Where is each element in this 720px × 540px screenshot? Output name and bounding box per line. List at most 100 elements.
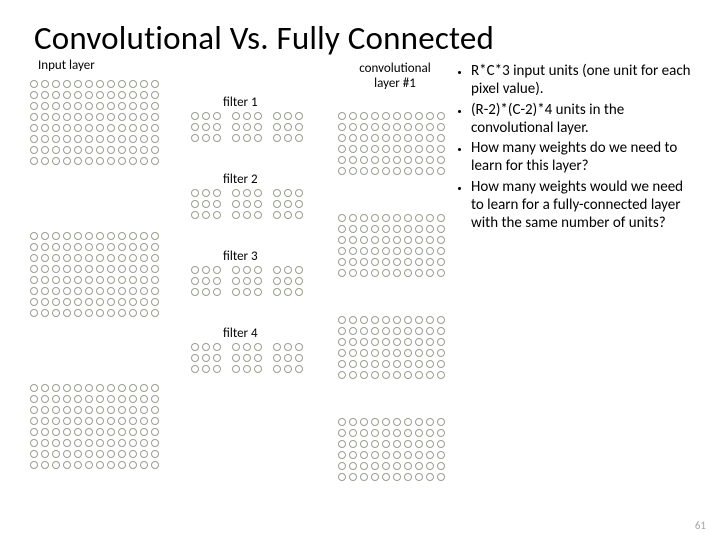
unit-circle: [437, 451, 445, 459]
unit-circle: [63, 406, 71, 414]
filter-grid: [191, 266, 224, 299]
unit-circle: [30, 450, 38, 458]
unit-circle: [393, 258, 401, 266]
unit-circle: [30, 146, 38, 154]
unit-circle: [360, 269, 368, 277]
unit-circle: [232, 189, 240, 197]
unit-circle: [360, 167, 368, 175]
unit-circle: [338, 112, 346, 120]
unit-circle: [349, 451, 357, 459]
filter-grid: [232, 343, 265, 376]
unit-circle: [393, 451, 401, 459]
unit-circle: [371, 440, 379, 448]
unit-circle: [295, 354, 303, 362]
unit-circle: [52, 102, 60, 110]
unit-circle: [338, 236, 346, 244]
unit-circle: [140, 439, 148, 447]
unit-circle: [74, 135, 82, 143]
unit-circle: [338, 349, 346, 357]
unit-circle: [284, 134, 292, 142]
unit-circle: [382, 225, 390, 233]
unit-circle: [140, 232, 148, 240]
unit-circle: [371, 429, 379, 437]
unit-circle: [118, 91, 126, 99]
unit-circle: [426, 156, 434, 164]
unit-circle: [52, 113, 60, 121]
unit-circle: [254, 343, 262, 351]
unit-circle: [232, 354, 240, 362]
unit-circle: [85, 102, 93, 110]
unit-circle: [41, 287, 49, 295]
unit-circle: [349, 134, 357, 142]
unit-circle: [243, 354, 251, 362]
unit-circle: [273, 343, 281, 351]
unit-circle: [41, 113, 49, 121]
unit-circle: [41, 80, 49, 88]
unit-circle: [52, 298, 60, 306]
unit-circle: [63, 243, 71, 251]
unit-circle: [243, 266, 251, 274]
filter-label: filter 1: [223, 95, 258, 110]
unit-circle: [349, 371, 357, 379]
unit-circle: [52, 395, 60, 403]
unit-circle: [107, 135, 115, 143]
unit-circle: [202, 288, 210, 296]
filter-grid: [232, 189, 265, 222]
unit-circle: [284, 266, 292, 274]
unit-circle: [254, 112, 262, 120]
unit-circle: [426, 429, 434, 437]
unit-circle: [393, 247, 401, 255]
unit-circle: [151, 276, 159, 284]
unit-circle: [360, 462, 368, 470]
unit-circle: [41, 395, 49, 403]
unit-circle: [74, 124, 82, 132]
unit-circle: [338, 371, 346, 379]
conv-grid: [338, 112, 448, 178]
unit-circle: [41, 243, 49, 251]
unit-circle: [118, 309, 126, 317]
unit-circle: [85, 113, 93, 121]
unit-circle: [404, 360, 412, 368]
unit-circle: [284, 288, 292, 296]
unit-circle: [118, 287, 126, 295]
unit-circle: [371, 418, 379, 426]
unit-circle: [349, 269, 357, 277]
unit-circle: [52, 124, 60, 132]
unit-circle: [393, 327, 401, 335]
unit-circle: [63, 384, 71, 392]
unit-circle: [41, 265, 49, 273]
unit-circle: [284, 200, 292, 208]
unit-circle: [284, 211, 292, 219]
unit-circle: [371, 258, 379, 266]
conv-layer-line2: layer #1: [374, 76, 416, 91]
unit-circle: [415, 316, 423, 324]
unit-circle: [30, 80, 38, 88]
unit-circle: [202, 123, 210, 131]
unit-circle: [30, 461, 38, 469]
unit-circle: [243, 189, 251, 197]
bullet-item: R*C*3 input units (one unit for each pix…: [471, 62, 694, 99]
unit-circle: [404, 371, 412, 379]
unit-circle: [404, 236, 412, 244]
unit-circle: [52, 243, 60, 251]
unit-circle: [107, 146, 115, 154]
unit-circle: [254, 200, 262, 208]
unit-circle: [273, 211, 281, 219]
unit-circle: [129, 428, 137, 436]
input-grid: [30, 80, 162, 168]
unit-circle: [437, 473, 445, 481]
unit-circle: [52, 309, 60, 317]
unit-circle: [202, 277, 210, 285]
unit-circle: [41, 406, 49, 414]
unit-circle: [295, 211, 303, 219]
unit-circle: [30, 91, 38, 99]
unit-circle: [191, 112, 199, 120]
unit-circle: [63, 287, 71, 295]
unit-circle: [360, 156, 368, 164]
unit-circle: [415, 371, 423, 379]
unit-circle: [30, 428, 38, 436]
unit-circle: [232, 343, 240, 351]
unit-circle: [360, 451, 368, 459]
unit-circle: [41, 298, 49, 306]
unit-circle: [213, 288, 221, 296]
